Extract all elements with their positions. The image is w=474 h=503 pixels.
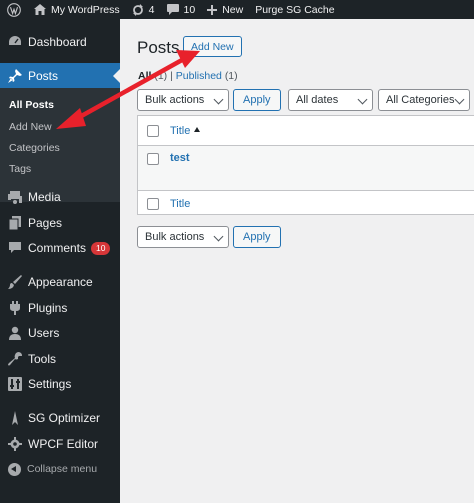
- menu-pages[interactable]: Pages: [0, 210, 120, 236]
- new-content-link[interactable]: New: [201, 0, 249, 19]
- wordpress-logo-icon[interactable]: [0, 0, 28, 19]
- plus-icon: [207, 4, 218, 15]
- purge-label: Purge SG Cache: [255, 3, 335, 16]
- menu-tools[interactable]: Tools: [0, 346, 120, 372]
- site-name: My WordPress: [51, 3, 120, 16]
- site-name-link[interactable]: My WordPress: [28, 0, 126, 19]
- comments-count: 10: [183, 3, 196, 16]
- filter-all[interactable]: All: [138, 70, 151, 82]
- sg-optimizer-icon: [8, 411, 22, 425]
- comments-badge: 10: [91, 241, 111, 255]
- categories-filter-select[interactable]: All Categories: [378, 89, 470, 111]
- home-icon: [34, 4, 46, 15]
- menu-users-label: Users: [28, 326, 60, 340]
- menu-dashboard[interactable]: Dashboard: [0, 29, 120, 55]
- submenu-categories[interactable]: Categories: [9, 142, 60, 154]
- paintbrush-icon: [8, 275, 22, 289]
- updates-link[interactable]: 4: [126, 0, 161, 19]
- bulk-actions-value-top: Bulk actions: [145, 94, 205, 106]
- row-checkbox[interactable]: [147, 153, 159, 165]
- admin-bar: My WordPress 4 10 New Purge SG Cache: [0, 0, 474, 19]
- comment-icon: [8, 241, 22, 255]
- menu-posts-label: Posts: [28, 69, 59, 83]
- menu-wpcf-editor[interactable]: WPCF Editor: [0, 431, 120, 457]
- collapse-arrow-icon: [8, 462, 21, 476]
- chevron-down-icon: [213, 231, 224, 242]
- filter-published-count: (1): [224, 70, 238, 82]
- submenu-tags[interactable]: Tags: [9, 163, 31, 175]
- bulk-actions-value-bottom: Bulk actions: [145, 231, 205, 243]
- menu-tools-label: Tools: [28, 352, 57, 366]
- chevron-down-icon: [454, 94, 465, 105]
- menu-appearance[interactable]: Appearance: [0, 269, 120, 295]
- page-title: Posts: [137, 38, 180, 57]
- menu-sg-optimizer[interactable]: SG Optimizer: [0, 405, 120, 431]
- bulk-actions-select-top[interactable]: Bulk actions: [137, 89, 229, 111]
- menu-comments[interactable]: Comments 10: [0, 235, 120, 261]
- bulk-actions-select-bottom[interactable]: Bulk actions: [137, 226, 229, 248]
- menu-wpcf-editor-label: WPCF Editor: [28, 437, 99, 451]
- gear-icon: [8, 437, 22, 451]
- menu-settings[interactable]: Settings: [0, 371, 120, 397]
- select-all-checkbox[interactable]: [147, 125, 159, 137]
- submenu-add-new[interactable]: Add New: [9, 121, 52, 133]
- wrench-icon: [8, 352, 22, 366]
- menu-appearance-label: Appearance: [28, 275, 93, 289]
- apply-button-top[interactable]: Apply: [233, 89, 281, 111]
- filter-all-count: (1): [154, 70, 168, 82]
- menu-plugins[interactable]: Plugins: [0, 295, 120, 321]
- plugin-icon: [8, 301, 22, 315]
- table-footer-row: Title: [138, 190, 474, 215]
- comments-link[interactable]: 10: [161, 0, 202, 19]
- menu-pages-label: Pages: [28, 216, 63, 230]
- menu-users[interactable]: Users: [0, 320, 120, 346]
- column-title-label: Title: [170, 125, 191, 137]
- apply-button-bottom[interactable]: Apply: [233, 226, 281, 248]
- status-filters: All (1) | Published (1): [138, 70, 238, 82]
- menu-media-label: Media: [28, 190, 61, 204]
- settings-icon: [8, 377, 22, 391]
- chevron-down-icon: [213, 94, 224, 105]
- comment-icon: [166, 4, 179, 15]
- column-title-sort[interactable]: Title: [170, 125, 201, 137]
- menu-posts[interactable]: Posts: [0, 63, 120, 89]
- admin-sidebar: Dashboard Posts All Posts Add New Catego…: [0, 19, 120, 503]
- pages-icon: [8, 216, 22, 230]
- filter-published[interactable]: Published: [176, 70, 222, 82]
- main-content: Posts Add New All (1) | Published (1) Bu…: [120, 19, 474, 503]
- media-icon: [8, 190, 22, 204]
- dates-filter-select[interactable]: All dates: [288, 89, 373, 111]
- add-new-button[interactable]: Add New: [183, 36, 242, 57]
- menu-comments-label: Comments: [28, 241, 87, 255]
- collapse-menu-label: Collapse menu: [27, 463, 98, 475]
- sort-up-icon: [194, 127, 201, 132]
- select-all-checkbox-footer[interactable]: [147, 198, 159, 210]
- table-header-row: Title: [138, 116, 474, 146]
- updates-count: 4: [148, 3, 155, 16]
- chevron-down-icon: [357, 94, 368, 105]
- submenu-all-posts[interactable]: All Posts: [9, 99, 54, 111]
- menu-settings-label: Settings: [28, 377, 72, 391]
- menu-media[interactable]: Media: [0, 184, 120, 210]
- menu-dashboard-label: Dashboard: [28, 35, 87, 49]
- menu-sg-optimizer-label: SG Optimizer: [28, 411, 101, 425]
- updates-icon: [132, 3, 143, 16]
- new-label: New: [222, 3, 244, 16]
- menu-plugins-label: Plugins: [28, 301, 68, 315]
- dates-filter-value: All dates: [296, 94, 339, 106]
- post-title-link[interactable]: test: [170, 152, 190, 164]
- footer-title-sort[interactable]: Title: [170, 198, 190, 210]
- filter-separator: |: [170, 70, 173, 82]
- posts-table: Title test Title: [137, 115, 474, 215]
- user-icon: [8, 326, 22, 340]
- dashboard-icon: [8, 35, 22, 49]
- categories-filter-value: All Categories: [386, 94, 455, 106]
- purge-cache-link[interactable]: Purge SG Cache: [249, 0, 340, 19]
- collapse-menu[interactable]: Collapse menu: [0, 456, 120, 482]
- pushpin-icon: [8, 69, 22, 83]
- table-row: test: [138, 146, 474, 190]
